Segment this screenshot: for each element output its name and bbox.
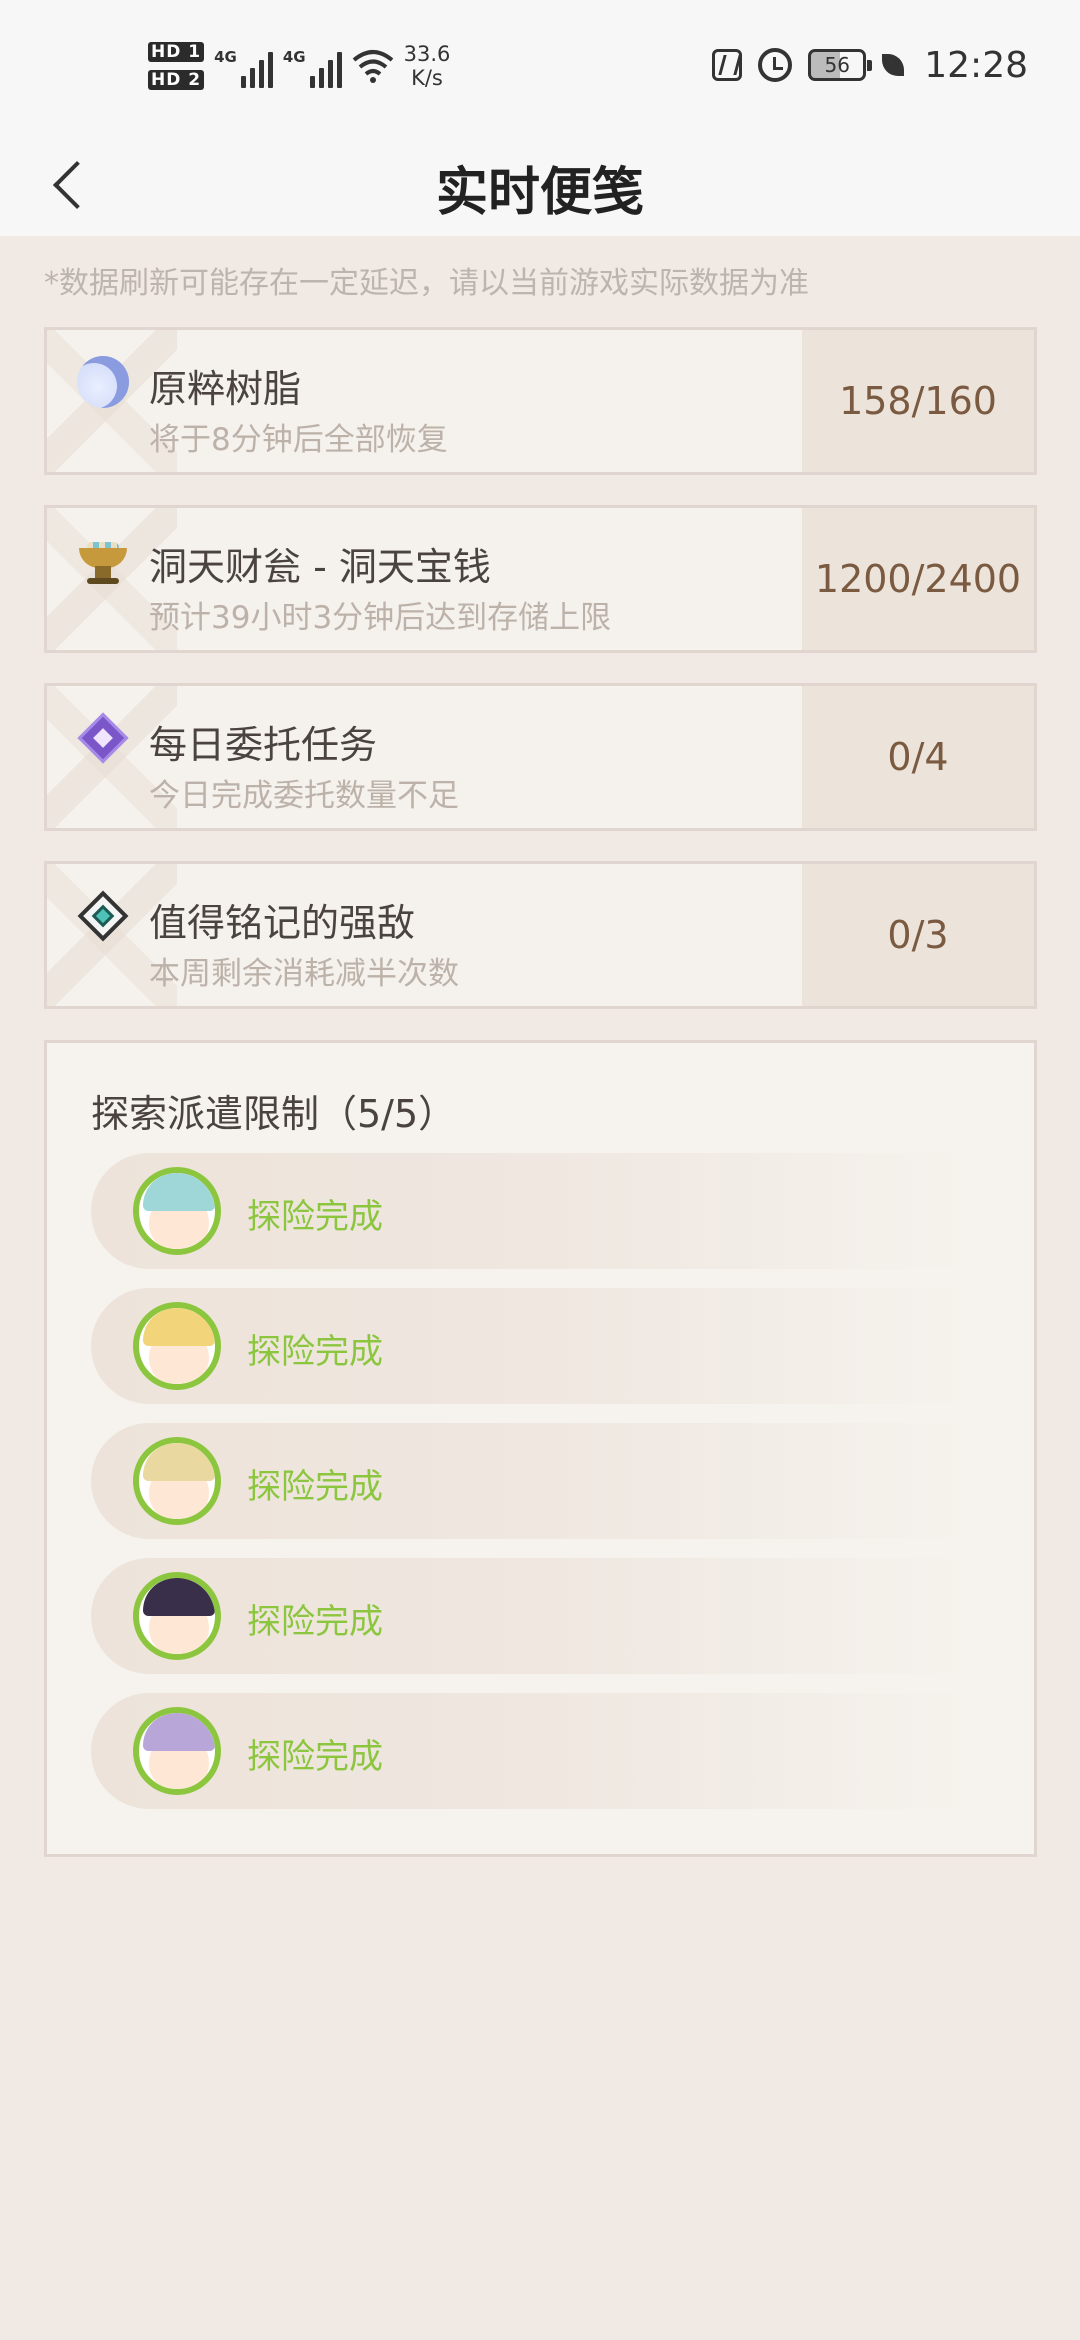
network-type-1: 4G (214, 48, 237, 66)
card-realm-currency[interactable]: 洞天财瓮 - 洞天宝钱 预计39小时3分钟后达到存储上限 1200/2400 (44, 505, 1037, 653)
nfc-icon (712, 49, 743, 81)
card-value: 158/160 (802, 330, 1034, 472)
network-type-2: 4G (282, 48, 306, 66)
expedition-panel: 探索派遣限制（5/5） 探险完成 探险完成 探险完成 探险完成 探险完成 (44, 1040, 1037, 1857)
card-name: 原粹树脂 (149, 367, 302, 411)
expedition-status: 探险完成 (247, 1737, 383, 1777)
speed-value: 33.6 (403, 42, 451, 66)
expedition-item[interactable]: 探险完成 (91, 1693, 997, 1809)
page-title: 实时便笺 (435, 163, 644, 223)
signal-icon-1: 4G (214, 44, 273, 88)
expedition-item[interactable]: 探险完成 (91, 1558, 997, 1674)
status-right: 56 12:28 (712, 40, 1028, 90)
card-desc: 预计39小时3分钟后达到存储上限 (149, 600, 612, 636)
alarm-icon (758, 48, 793, 82)
character-avatar (133, 1437, 221, 1525)
status-left: HD 1 HD 2 4G 4G 33.6 K/s (148, 36, 450, 96)
wifi-icon (352, 48, 394, 84)
card-name: 每日委托任务 (149, 723, 378, 767)
daily-commission-icon (77, 712, 129, 764)
title-bar: 实时便笺 (0, 130, 1080, 236)
expedition-item[interactable]: 探险完成 (91, 1288, 997, 1404)
network-speed: 33.6 K/s (404, 42, 451, 90)
weekly-boss-icon (77, 890, 129, 942)
hd1-badge: HD 1 (148, 42, 205, 62)
resin-moon-icon (77, 356, 129, 408)
card-value: 0/3 (802, 864, 1034, 1006)
signal-icon-2: 4G (283, 44, 342, 88)
card-desc: 将于8分钟后全部恢复 (149, 422, 448, 458)
character-avatar (133, 1167, 221, 1255)
expedition-item[interactable]: 探险完成 (91, 1153, 997, 1269)
card-value: 0/4 (802, 686, 1034, 828)
card-name: 洞天财瓮 - 洞天宝钱 (149, 545, 491, 589)
character-avatar (133, 1302, 221, 1390)
refresh-notice: *数据刷新可能存在一定延迟，请以当前游戏实际数据为准 (44, 266, 809, 301)
expedition-title: 探索派遣限制（5/5） (91, 1092, 457, 1136)
speed-unit: K/s (411, 66, 443, 90)
card-desc: 本周剩余消耗减半次数 (149, 956, 459, 992)
expedition-status: 探险完成 (247, 1467, 383, 1507)
battery-icon: 56 (808, 49, 873, 81)
expedition-item[interactable]: 探险完成 (91, 1423, 997, 1539)
card-desc: 今日完成委托数量不足 (149, 778, 459, 814)
character-avatar (133, 1572, 221, 1660)
power-saving-leaf-icon (882, 54, 905, 76)
battery-level: 56 (824, 53, 850, 77)
card-name: 值得铭记的强敌 (149, 901, 416, 945)
card-resin[interactable]: 原粹树脂 将于8分钟后全部恢复 158/160 (44, 327, 1037, 475)
card-value: 1200/2400 (802, 508, 1034, 650)
realm-currency-icon (77, 534, 129, 586)
expedition-status: 探险完成 (247, 1332, 383, 1372)
card-weekly-boss[interactable]: 值得铭记的强敌 本周剩余消耗减半次数 0/3 (44, 861, 1037, 1009)
hd2-badge: HD 2 (148, 70, 205, 90)
clock: 12:28 (924, 44, 1028, 86)
expedition-status: 探险完成 (247, 1197, 383, 1237)
status-bar: HD 1 HD 2 4G 4G 33.6 K/s 56 12:28 (0, 0, 1080, 130)
sim-badges: HD 1 HD 2 (148, 42, 205, 90)
card-daily-commission[interactable]: 每日委托任务 今日完成委托数量不足 0/4 (44, 683, 1037, 831)
expedition-status: 探险完成 (247, 1602, 383, 1642)
character-avatar (133, 1707, 221, 1795)
